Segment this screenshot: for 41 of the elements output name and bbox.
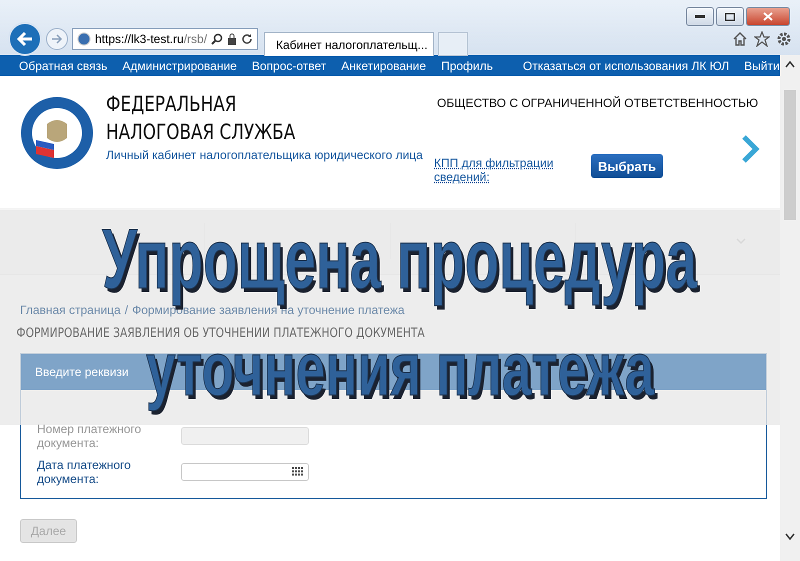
menu-link[interactable]: Вопрос-ответ — [252, 58, 326, 72]
chevron-right-icon[interactable] — [740, 134, 760, 164]
refresh-icon[interactable] — [241, 33, 253, 45]
company-name: ОБЩЕСТВО С ОГРАНИЧЕННОЙ ОТВЕТСТВЕННОСТЬЮ — [437, 96, 758, 110]
scroll-up-icon[interactable] — [785, 60, 795, 68]
maximize-button[interactable] — [716, 7, 744, 26]
kpp-filter-link[interactable]: КПП для фильтрации сведений: — [434, 156, 564, 184]
scroll-down-icon[interactable] — [785, 533, 795, 541]
menu-link[interactable]: Анкетирование — [341, 58, 426, 72]
menu-link[interactable]: Администрирование — [122, 58, 237, 72]
site-icon — [77, 32, 91, 46]
address-field[interactable]: https://lk3-test.ru/rsb/ — [72, 28, 258, 50]
service-title: НАЛОГОВАЯ СЛУЖБА — [106, 119, 296, 146]
home-icon[interactable] — [732, 31, 748, 47]
scrollbar-thumb[interactable] — [784, 90, 796, 220]
input-field[interactable] — [181, 427, 309, 445]
field-label: Номер платежного документа: — [37, 422, 142, 450]
menu-link[interactable]: Обратная связь — [19, 58, 108, 72]
arrow-right-icon — [51, 34, 63, 44]
date-field[interactable] — [181, 463, 309, 481]
panel-header: Введите реквизи — [35, 365, 129, 379]
search-icon[interactable] — [211, 33, 224, 45]
select-button[interactable]: Выбрать — [591, 154, 663, 178]
settings-icon[interactable] — [776, 31, 792, 47]
service-subtitle: Личный кабинет налогоплательщика юридического лица — [106, 148, 423, 162]
breadcrumb-separator: / — [124, 303, 128, 317]
menu-link[interactable]: Профиль — [441, 58, 493, 72]
field-label: Дата платежного документа: — [37, 458, 132, 486]
lock-icon — [227, 33, 237, 45]
minimize-button[interactable] — [686, 7, 714, 26]
arrow-left-icon — [16, 31, 34, 47]
menu-link[interactable]: Отказаться от использования ЛК ЮЛ — [522, 58, 730, 72]
calendar-icon[interactable] — [292, 467, 304, 477]
star-icon[interactable] — [754, 31, 770, 47]
menu-link[interactable]: Выйти — [744, 58, 780, 72]
browser-tab[interactable]: Кабинет налогоплательщ... — [264, 32, 434, 56]
close-button[interactable] — [746, 7, 790, 26]
maximize-icon — [725, 12, 735, 20]
service-title: ФЕДЕРАЛЬНАЯ — [106, 91, 238, 118]
close-icon — [763, 12, 773, 21]
minimize-icon — [695, 14, 705, 18]
